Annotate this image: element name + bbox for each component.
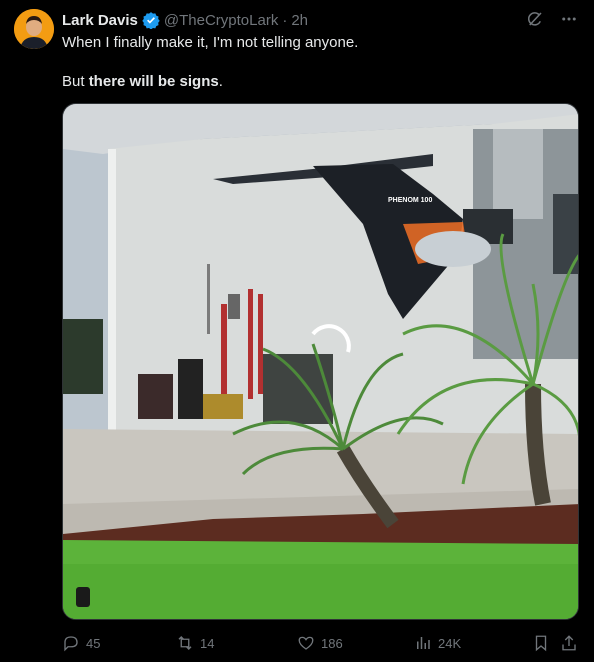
views-button[interactable]: 24K — [414, 634, 461, 652]
tweet-video[interactable]: PHENOM 100 — [62, 103, 579, 620]
views-count: 24K — [438, 635, 462, 651]
bookmark-button[interactable] — [532, 634, 550, 652]
repost-icon — [178, 636, 192, 650]
header-separator: · — [282, 11, 288, 29]
tweet-line-1: When I finally make it, I'm not telling … — [62, 34, 359, 51]
like-button[interactable]: 186 — [297, 634, 343, 652]
verified-badge-icon — [142, 11, 160, 30]
author-handle[interactable]: @TheCryptoLark — [164, 12, 278, 29]
reply-icon — [64, 636, 78, 652]
grok-icon[interactable] — [526, 10, 544, 28]
video-frame: PHENOM 100 — [63, 104, 578, 619]
analytics-icon — [417, 637, 430, 649]
tweet-top-actions — [526, 10, 578, 28]
post-time[interactable]: 2h — [291, 12, 308, 29]
tweet-line-2-prefix: But — [62, 73, 89, 90]
tweet-line-2-bold: there will be signs — [88, 73, 219, 90]
tweet-text: When I finally make it, I'm not telling … — [62, 33, 572, 92]
avatar-portrait — [14, 9, 54, 49]
jet-tail-text: PHENOM 100 — [388, 197, 432, 204]
more-options-icon[interactable] — [560, 10, 578, 28]
heart-icon — [298, 636, 314, 650]
share-button[interactable] — [560, 634, 578, 652]
tweet-line-2: But there will be signs. — [62, 72, 572, 92]
share-icon — [562, 635, 576, 651]
author-avatar[interactable] — [14, 9, 54, 49]
reply-button[interactable]: 45 — [62, 634, 100, 652]
repost-count: 14 — [200, 635, 215, 651]
tweet-actions: 45 14 186 24K — [62, 634, 582, 654]
tweet-line-2-suffix: . — [218, 73, 223, 90]
like-count: 186 — [321, 635, 343, 651]
reply-count: 45 — [86, 635, 101, 651]
tweet-header: Lark Davis @TheCryptoLark · 2h — [62, 10, 308, 30]
video-gif-badge[interactable] — [76, 587, 90, 607]
bookmark-icon — [535, 635, 547, 652]
repost-button[interactable]: 14 — [176, 634, 214, 652]
author-name[interactable]: Lark Davis — [62, 12, 138, 29]
